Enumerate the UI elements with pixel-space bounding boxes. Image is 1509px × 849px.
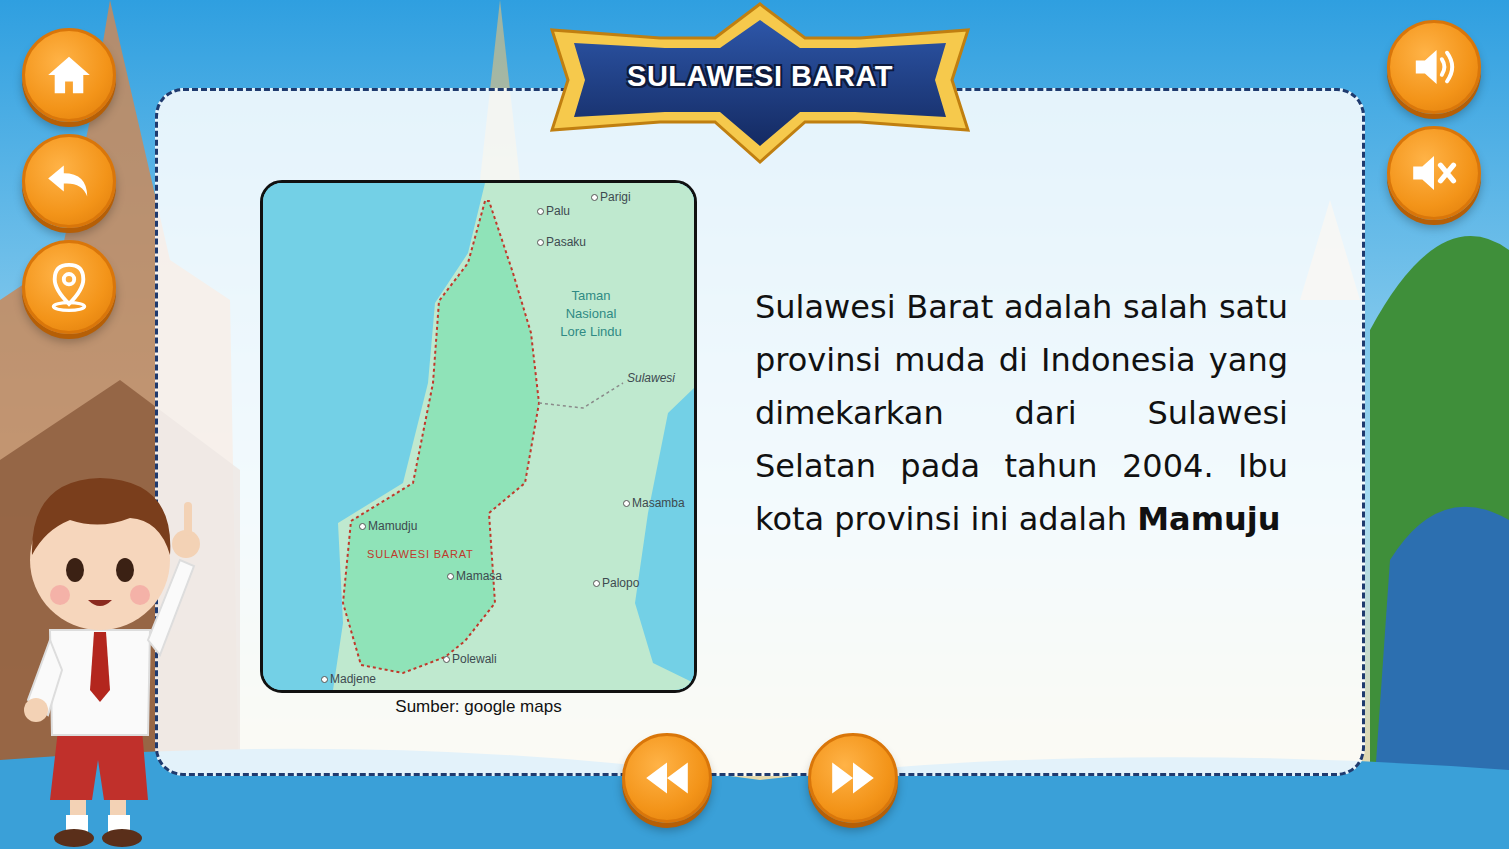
back-arrow-icon bbox=[43, 155, 95, 207]
title-banner: SULAWESI BARAT bbox=[540, 0, 980, 165]
home-button[interactable] bbox=[22, 28, 116, 122]
city-dot bbox=[443, 656, 450, 663]
city-dot bbox=[537, 239, 544, 246]
map-place: Polewali bbox=[443, 652, 497, 666]
previous-button[interactable] bbox=[622, 733, 712, 823]
city-dot bbox=[321, 676, 328, 683]
speaker-mute-icon bbox=[1408, 147, 1460, 199]
sound-menu bbox=[1365, 0, 1509, 849]
location-pin-icon bbox=[43, 261, 95, 313]
map-place: Masamba bbox=[623, 496, 685, 510]
map-place: Mamasa bbox=[447, 569, 502, 583]
map-terrain bbox=[263, 183, 694, 690]
content-card: SULAWESI BARAT Parigi Palu Pasaku Taman Nasi… bbox=[155, 88, 1365, 776]
home-icon bbox=[43, 49, 95, 101]
speaker-icon bbox=[1408, 41, 1460, 93]
map-place: Taman Nasional Lore Lindu bbox=[551, 287, 631, 341]
student-mascot bbox=[10, 440, 210, 849]
map-place: Palopo bbox=[593, 576, 639, 590]
mute-button[interactable] bbox=[1387, 126, 1481, 220]
province-map: Parigi Palu Pasaku Taman Nasional Lore Lind… bbox=[260, 180, 697, 693]
map-place: Palu bbox=[537, 204, 570, 218]
map-place: Pasaku bbox=[537, 235, 586, 249]
map-place: Sulawesi bbox=[627, 371, 675, 385]
city-dot bbox=[537, 208, 544, 215]
page-title: SULAWESI BARAT bbox=[540, 60, 980, 93]
map-place: Mamudju bbox=[359, 519, 417, 533]
description-text: Sulawesi Barat adalah salah satu provins… bbox=[755, 180, 1288, 717]
game-screen: SULAWESI BARAT Parigi Palu Pasaku Taman Nasi… bbox=[0, 0, 1509, 849]
city-dot bbox=[359, 523, 366, 530]
rewind-icon bbox=[641, 752, 693, 804]
map-source: Sumber: google maps bbox=[395, 697, 561, 717]
location-button[interactable] bbox=[22, 240, 116, 334]
next-button[interactable] bbox=[808, 733, 898, 823]
fast-forward-icon bbox=[827, 752, 879, 804]
city-dot bbox=[591, 194, 598, 201]
city-dot bbox=[593, 580, 600, 587]
back-button[interactable] bbox=[22, 134, 116, 228]
map-place: Madjene bbox=[321, 672, 376, 686]
map-place: SULAWESI BARAT bbox=[367, 548, 474, 560]
city-dot bbox=[623, 500, 630, 507]
page-navigation bbox=[158, 733, 1362, 823]
city-dot bbox=[447, 573, 454, 580]
map-place: Parigi bbox=[591, 190, 631, 204]
sound-on-button[interactable] bbox=[1387, 20, 1481, 114]
